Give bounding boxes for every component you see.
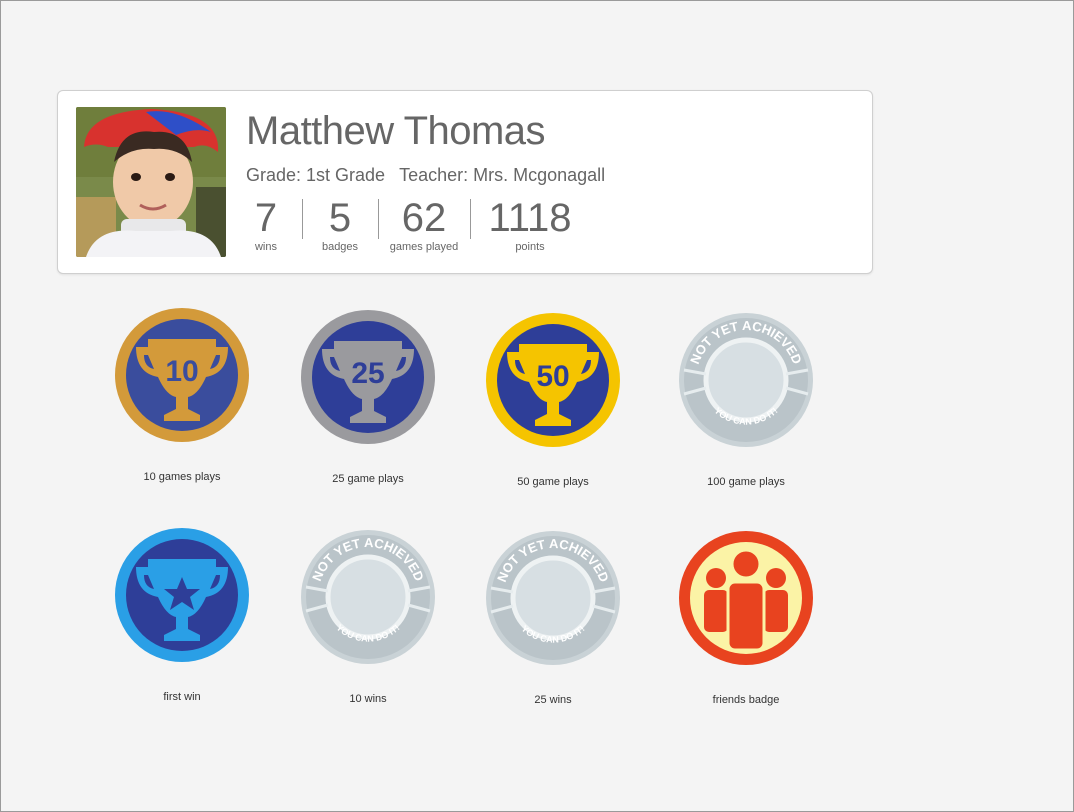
stat-wins: 7 wins [246, 195, 286, 253]
stat-value: 62 [401, 196, 447, 240]
locked-badge-icon: NOT YET ACHIEVED YOU CAN DO IT! [486, 531, 620, 665]
badge-100-game-plays[interactable]: NOT YET ACHIEVED YOU CAN DO IT! 100 game… [676, 312, 816, 488]
stat-label: points [515, 241, 545, 253]
stat-value: 1118 [488, 196, 572, 240]
badge-50-game-plays[interactable]: 50 50 game plays [483, 312, 623, 488]
stat-badges: 5 badges [302, 195, 378, 253]
badge-25-wins[interactable]: NOT YET ACHIEVED YOU CAN DO IT! 25 wins [483, 530, 623, 706]
trophy-badge-icon: 10 [115, 308, 249, 442]
badge-caption: 25 game plays [332, 473, 404, 485]
badge-friends-badge[interactable]: friends badge [676, 530, 816, 706]
stat-label: wins [254, 241, 277, 253]
badge-caption: 10 wins [349, 693, 387, 705]
badge-caption: 10 games plays [143, 471, 221, 483]
stat-points: 1118 points [470, 195, 590, 253]
stats-row: 7 wins 5 badges 62 games played 1118 poi… [246, 195, 590, 253]
stat-label: games played [389, 241, 459, 253]
badge-caption: friends badge [712, 694, 780, 706]
stat-games-played: 62 games played [378, 195, 470, 253]
locked-badge-icon: NOT YET ACHIEVED YOU CAN DO IT! [679, 313, 813, 447]
badge-caption: 100 game plays [707, 476, 785, 488]
badge-25-game-plays[interactable]: 25 25 game plays [298, 309, 438, 485]
trophy-badge-icon: 25 [301, 310, 435, 444]
badge-number: 25 [351, 357, 384, 390]
trophy-badge-icon: 50 [486, 313, 620, 447]
stat-value: 5 [328, 196, 352, 240]
badge-10-games-plays[interactable]: 10 10 games plays [112, 307, 252, 483]
badge-first-win[interactable]: first win [112, 527, 252, 703]
trophy-badge-icon [115, 528, 249, 662]
teacher-label: Teacher: Mrs. Mcgonagall [399, 165, 606, 185]
grade-label: Grade: 1st Grade [246, 165, 386, 185]
stat-label: badges [321, 241, 359, 253]
student-name: Matthew Thomas [246, 109, 546, 153]
avatar [76, 107, 226, 257]
badge-caption: 50 game plays [517, 476, 589, 488]
badge-number: 50 [536, 360, 569, 393]
stat-value: 7 [254, 196, 278, 240]
profile-card: Matthew Thomas Grade: 1st Grade Teacher: … [57, 90, 873, 274]
badge-caption: first win [163, 691, 201, 703]
badge-number: 10 [165, 355, 198, 388]
badge-caption: 25 wins [534, 694, 572, 706]
student-meta: Grade: 1st Grade Teacher: Mrs. Mcgonagall [246, 165, 605, 186]
friends-badge-icon [679, 531, 813, 665]
badge-10-wins[interactable]: NOT YET ACHIEVED YOU CAN DO IT! 10 wins [298, 529, 438, 705]
locked-badge-icon: NOT YET ACHIEVED YOU CAN DO IT! [301, 530, 435, 664]
